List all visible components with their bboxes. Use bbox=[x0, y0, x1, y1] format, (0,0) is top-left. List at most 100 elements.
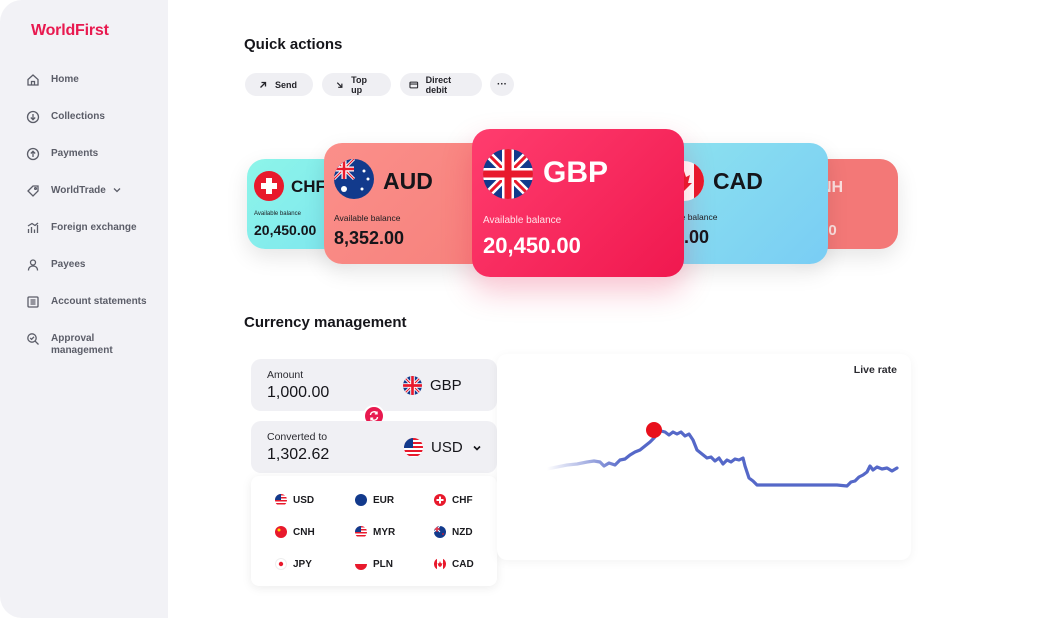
currency-option-myr[interactable]: MYR bbox=[355, 526, 395, 538]
card-balance: 20,450.00 bbox=[254, 222, 317, 238]
currency-option-nzd[interactable]: NZD bbox=[434, 526, 473, 538]
australia-flag-icon bbox=[334, 159, 374, 199]
from-currency-select[interactable]: GBP bbox=[403, 376, 462, 395]
sidebar-item-label: Payments bbox=[51, 148, 99, 159]
sidebar-item-collections[interactable]: Collections bbox=[26, 107, 166, 144]
china-flag-icon bbox=[275, 526, 287, 538]
currency-option-label: USD bbox=[293, 494, 315, 506]
users-icon bbox=[27, 259, 39, 271]
currency-option-label: EUR bbox=[373, 494, 395, 506]
card-currency-code: AUD bbox=[383, 168, 433, 194]
amount-label: Amount bbox=[267, 369, 304, 381]
currency-card-cad[interactable]: CAD ble balance 9.00 bbox=[660, 143, 828, 264]
sidebar-item-worldtrade[interactable]: WorldTrade bbox=[26, 181, 166, 218]
uk-flag-icon bbox=[483, 149, 533, 199]
malaysia-flag-icon bbox=[355, 526, 367, 538]
card-available-label: Available balance bbox=[334, 213, 401, 223]
card-available-label: Available balance bbox=[254, 211, 301, 217]
home-icon bbox=[27, 74, 39, 86]
japan-flag-icon bbox=[275, 558, 287, 570]
currency-option-cad[interactable]: CAD bbox=[434, 558, 474, 570]
chevron-down-icon bbox=[473, 445, 481, 451]
live-rate-chart bbox=[545, 422, 899, 488]
currency-option-jpy[interactable]: JPY bbox=[275, 558, 312, 570]
currency-option-label: CAD bbox=[452, 558, 474, 570]
brand-logo[interactable]: WorldFirst bbox=[31, 22, 109, 40]
download-circle-icon bbox=[26, 110, 40, 124]
card-balance: 8,352.00 bbox=[334, 228, 405, 248]
sidebar-item-label: WorldTrade bbox=[51, 185, 106, 196]
send-label: Send bbox=[275, 79, 298, 90]
to-currency-select[interactable]: USD bbox=[404, 438, 483, 457]
sidebar-item-approval-management[interactable]: Approval management bbox=[26, 329, 166, 379]
converted-value: 1,302.62 bbox=[267, 446, 330, 463]
direct-debit-label: Direct debit bbox=[425, 74, 452, 95]
sidebar-item-label: Payees bbox=[51, 259, 86, 270]
sidebar-item-payees[interactable]: Payees bbox=[26, 255, 166, 292]
us-flag-icon bbox=[275, 494, 287, 506]
currency-option-chf[interactable]: CHF bbox=[434, 494, 473, 506]
from-currency-code: GBP bbox=[430, 377, 462, 394]
currency-management-title: Currency management bbox=[244, 314, 407, 331]
swiss-flag-icon bbox=[434, 494, 446, 506]
chevron-down-icon[interactable] bbox=[112, 185, 122, 195]
sidebar-item-home[interactable]: Home bbox=[26, 70, 166, 107]
card-balance: 20,450.00 bbox=[483, 233, 581, 258]
currency-option-label: MYR bbox=[373, 526, 396, 538]
card-currency-code: CHF bbox=[291, 177, 326, 196]
sidebar-item-label: Foreign exchange bbox=[51, 222, 137, 233]
uk-flag-icon bbox=[403, 376, 422, 395]
amount-field[interactable]: Amount 1,000.00 GBP bbox=[251, 359, 497, 411]
currency-option-label: JPY bbox=[293, 558, 312, 570]
currency-option-label: CNH bbox=[293, 526, 315, 538]
card-currency-code: GBP bbox=[543, 156, 609, 189]
swiss-flag-icon bbox=[254, 171, 284, 201]
currency-option-eur[interactable]: EUR bbox=[355, 494, 394, 506]
converted-field[interactable]: Converted to 1,302.62 USD bbox=[251, 421, 497, 473]
rate-line bbox=[545, 429, 899, 488]
card-icon bbox=[409, 81, 419, 88]
list-icon bbox=[27, 296, 39, 308]
sidebar-item-foreign-exchange[interactable]: Foreign exchange bbox=[26, 218, 166, 255]
currency-option-label: PLN bbox=[373, 558, 393, 570]
upload-circle-icon bbox=[26, 147, 40, 161]
sidebar-item-label: Account statements bbox=[51, 296, 147, 307]
converted-label: Converted to bbox=[267, 431, 328, 443]
quick-actions-title: Quick actions bbox=[244, 36, 343, 53]
currency-card-aud[interactable]: AUD Available balance 8,352.00 bbox=[324, 143, 494, 264]
currency-option-label: NZD bbox=[452, 526, 473, 538]
card-available-label: Available balance bbox=[483, 215, 562, 226]
currency-card-gbp[interactable]: GBP Available balance 20,450.00 bbox=[472, 129, 684, 277]
top-up-button[interactable]: Top up bbox=[322, 73, 391, 96]
tag-icon bbox=[27, 185, 39, 197]
nz-flag-icon bbox=[434, 526, 446, 538]
us-flag-icon bbox=[404, 438, 423, 457]
eu-flag-icon bbox=[355, 494, 367, 506]
sidebar-item-label: Collections bbox=[51, 111, 105, 122]
sidebar: WorldFirst Home Collections Payments Wor… bbox=[0, 0, 168, 618]
sidebar-nav: Home Collections Payments WorldTrade For… bbox=[26, 70, 166, 379]
top-up-label: Top up bbox=[351, 74, 367, 95]
canada-flag-icon bbox=[434, 558, 446, 570]
currency-option-pln[interactable]: PLN bbox=[355, 558, 393, 570]
arrow-up-right-icon bbox=[260, 81, 267, 88]
live-rate-panel: Live rate bbox=[497, 354, 911, 560]
sidebar-item-label: Home bbox=[51, 74, 79, 85]
more-actions-button[interactable]: ··· bbox=[490, 73, 514, 96]
amount-value[interactable]: 1,000.00 bbox=[267, 384, 329, 402]
card-currency-code: CAD bbox=[713, 168, 763, 194]
poland-flag-icon bbox=[355, 558, 367, 570]
direct-debit-button[interactable]: Direct debit bbox=[400, 73, 482, 96]
search-check-icon bbox=[27, 333, 39, 345]
sidebar-item-account-statements[interactable]: Account statements bbox=[26, 292, 166, 329]
to-currency-code: USD bbox=[431, 439, 463, 456]
currency-option-usd[interactable]: USD bbox=[275, 494, 314, 506]
chart-icon bbox=[27, 222, 39, 233]
sidebar-item-label: Approval management bbox=[51, 333, 113, 356]
send-button[interactable]: Send bbox=[245, 73, 313, 96]
sidebar-item-payments[interactable]: Payments bbox=[26, 144, 166, 181]
currency-option-label: CHF bbox=[452, 494, 473, 506]
currency-dropdown: USD EUR CHF CNH MYR NZD JPY PLN CAD bbox=[251, 476, 497, 586]
currency-option-cnh[interactable]: CNH bbox=[275, 526, 315, 538]
rate-marker[interactable] bbox=[646, 422, 662, 438]
